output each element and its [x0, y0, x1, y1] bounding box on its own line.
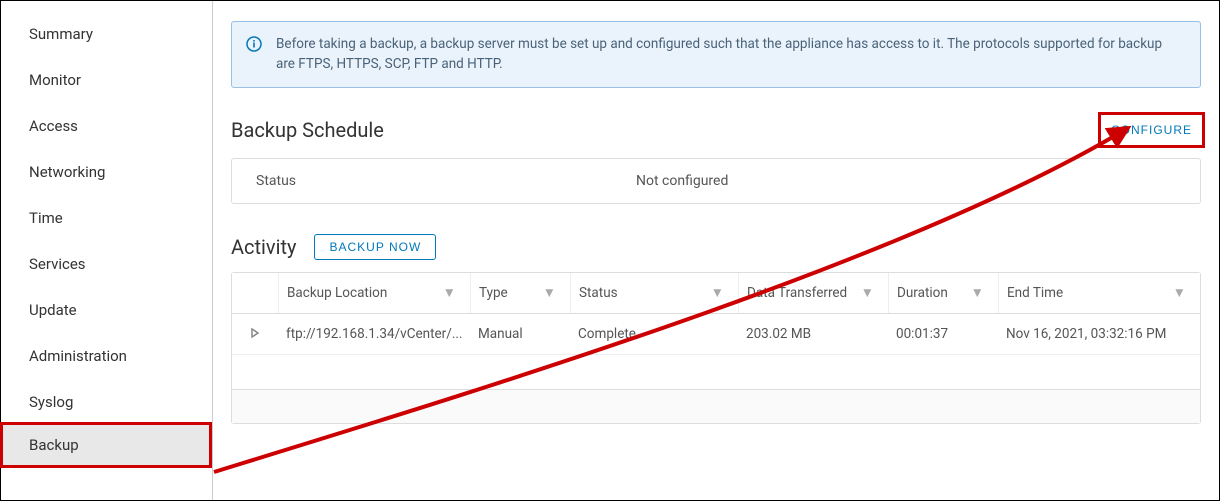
table-footer — [232, 389, 1200, 423]
cell-end-time: Nov 16, 2021, 03:32:16 PM — [998, 314, 1200, 354]
cell-duration: 00:01:37 — [888, 314, 998, 354]
table-row[interactable]: ftp://192.168.1.34/vCenter/... Manual Co… — [232, 314, 1200, 355]
filter-icon[interactable]: ▼ — [437, 285, 462, 301]
sidebar-item-summary[interactable]: Summary — [1, 11, 212, 57]
schedule-status-box: Status Not configured — [231, 158, 1201, 204]
sidebar-item-monitor[interactable]: Monitor — [1, 57, 212, 103]
backup-schedule-title: Backup Schedule — [231, 118, 384, 142]
expand-row-icon[interactable] — [250, 326, 260, 342]
cell-data-transferred: 203.02 MB — [738, 314, 888, 354]
configure-highlight: CONFIGURE — [1098, 112, 1205, 148]
column-end-time[interactable]: End Time ▼ — [998, 273, 1200, 313]
activity-title: Activity — [231, 235, 296, 259]
cell-location: ftp://192.168.1.34/vCenter/... — [278, 314, 470, 354]
backup-now-button[interactable]: BACKUP NOW — [314, 234, 436, 260]
filter-icon[interactable]: ▼ — [537, 285, 562, 301]
schedule-status-label: Status — [232, 159, 612, 203]
sidebar-item-administration[interactable]: Administration — [1, 333, 212, 379]
column-location-label: Backup Location — [287, 285, 387, 301]
column-type-label: Type — [479, 285, 508, 301]
cell-status: Complete — [570, 314, 738, 354]
sidebar-item-syslog[interactable]: Syslog — [1, 379, 212, 425]
column-expand — [232, 281, 278, 305]
column-duration[interactable]: Duration ▼ — [888, 273, 998, 313]
column-data-transferred[interactable]: Data Transferred ▼ — [738, 273, 888, 313]
column-type[interactable]: Type ▼ — [470, 273, 570, 313]
filter-icon[interactable]: ▼ — [1167, 285, 1192, 301]
main-content: Before taking a backup, a backup server … — [213, 1, 1219, 500]
column-location[interactable]: Backup Location ▼ — [278, 273, 470, 313]
column-status[interactable]: Status ▼ — [570, 273, 738, 313]
table-header: Backup Location ▼ Type ▼ Status ▼ Data T… — [232, 273, 1200, 314]
column-end-label: End Time — [1007, 285, 1063, 301]
sidebar-item-networking[interactable]: Networking — [1, 149, 212, 195]
schedule-status-value: Not configured — [612, 159, 752, 203]
sidebar-item-time[interactable]: Time — [1, 195, 212, 241]
filter-icon[interactable]: ▼ — [855, 285, 880, 301]
column-duration-label: Duration — [897, 285, 948, 301]
sidebar-item-backup[interactable]: Backup — [0, 422, 212, 468]
sidebar-item-services[interactable]: Services — [1, 241, 212, 287]
cell-type: Manual — [470, 314, 570, 354]
sidebar: Summary Monitor Access Networking Time S… — [1, 1, 213, 500]
filter-icon[interactable]: ▼ — [965, 285, 990, 301]
sidebar-item-access[interactable]: Access — [1, 103, 212, 149]
info-banner-text: Before taking a backup, a backup server … — [276, 36, 1162, 72]
sidebar-item-update[interactable]: Update — [1, 287, 212, 333]
column-data-label: Data Transferred — [747, 285, 847, 301]
column-status-label: Status — [579, 285, 618, 301]
info-icon — [246, 36, 262, 58]
activity-table: Backup Location ▼ Type ▼ Status ▼ Data T… — [231, 272, 1201, 424]
filter-icon[interactable]: ▼ — [705, 285, 730, 301]
info-banner: Before taking a backup, a backup server … — [231, 21, 1201, 88]
configure-button[interactable]: CONFIGURE — [1103, 119, 1200, 141]
